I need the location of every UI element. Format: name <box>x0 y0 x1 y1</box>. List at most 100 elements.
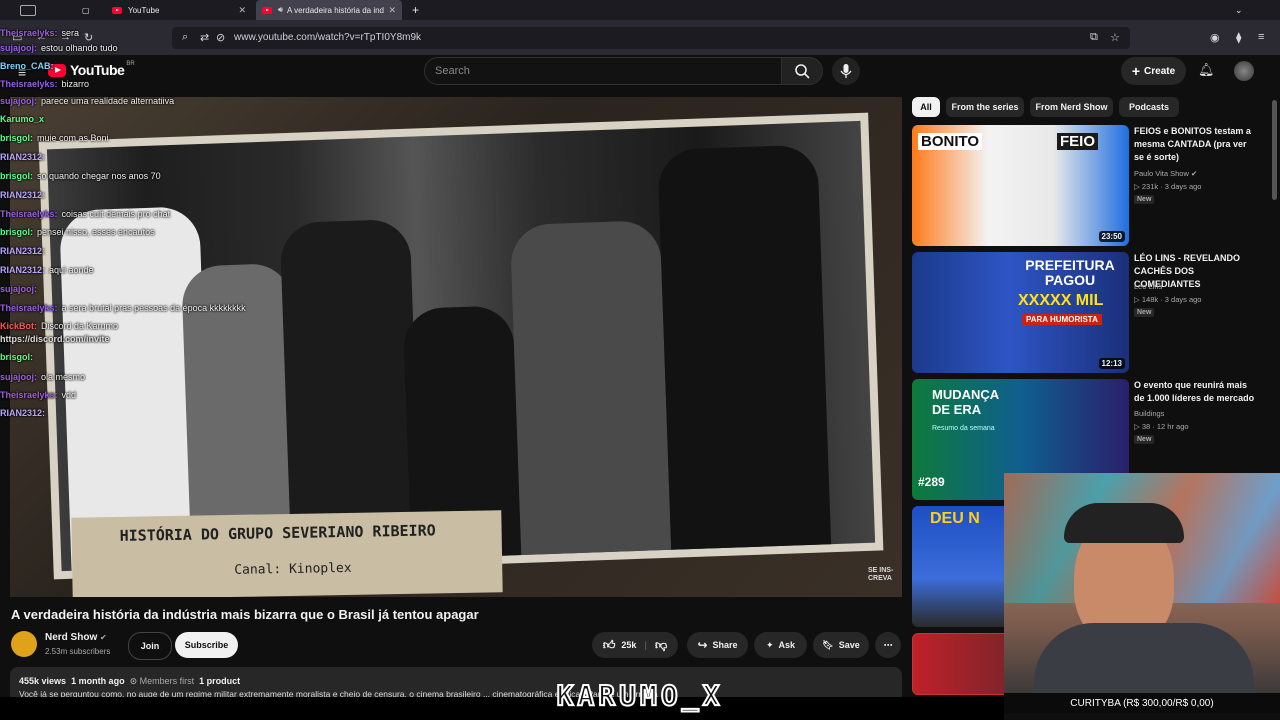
chat-message: brisgol: so quando chegar nos anos 70 <box>0 171 161 185</box>
url-bar[interactable]: ⌕ ⇄ ⊘ www.youtube.com/watch?v=rTpTI0Y8m9… <box>172 27 1130 49</box>
person-figure <box>657 144 832 550</box>
chat-message: brisgol: muie com as Boni <box>0 133 109 147</box>
new-badge: New <box>1134 308 1155 317</box>
chip-all[interactable]: All <box>912 97 940 117</box>
notifications-bell-icon[interactable]: 🔔︎ <box>1198 62 1215 78</box>
bookmark-icon: 🔖︎ <box>822 639 834 650</box>
picture-in-picture-icon[interactable]: ⧉ <box>1090 31 1098 44</box>
recommended-video[interactable]: BONITO FEIO 23:50 FEIOS e BONITOS testam… <box>912 125 1272 246</box>
thumbs-down-icon[interactable]: 👎︎ <box>655 638 667 653</box>
chat-message: RIAN2312: aqui aonde <box>0 265 94 279</box>
description-box[interactable]: 455k views 1 month ago ⊙ Members first 1… <box>10 667 902 699</box>
save-button[interactable]: 🔖︎ Save <box>813 632 869 658</box>
chat-message: sujajooj: ola mesmo <box>0 372 85 386</box>
channel-name[interactable]: Nerd Show ✔ <box>45 632 107 643</box>
chat-username: sujajooj: <box>0 43 38 53</box>
chat-username: Theisraelyks: <box>0 79 58 89</box>
close-tab-icon[interactable]: ✕ <box>238 5 246 16</box>
chip-from-nerd-show[interactable]: From Nerd Show <box>1030 97 1113 117</box>
tab-overview-button[interactable] <box>4 0 50 20</box>
chat-text: aqui aonde <box>49 265 94 275</box>
chat-message: brisgol: <box>0 352 37 366</box>
chip-podcasts[interactable]: Podcasts <box>1119 97 1179 117</box>
youtube-logo[interactable]: YouTube BR <box>48 61 135 78</box>
video-thumbnail[interactable]: BONITO FEIO 23:50 <box>912 125 1129 246</box>
rec-meta: ▷ 231k · 3 days ago <box>1134 182 1202 191</box>
stream-bottom-bar <box>0 697 1004 720</box>
search-button[interactable] <box>781 57 823 85</box>
chat-text: bizarro <box>61 79 90 89</box>
account-icon[interactable]: ◉ <box>1210 31 1220 44</box>
ask-button[interactable]: ✦ Ask <box>754 632 807 658</box>
tabs-overview-icon <box>20 4 36 16</box>
subscriber-count: 2.53m subscribers <box>45 647 111 656</box>
rec-meta: ▷ 38 · 12 hr ago <box>1134 422 1189 431</box>
tab-youtube[interactable]: YouTube ✕ <box>104 0 252 20</box>
chat-username: brisgol: <box>0 171 33 181</box>
rec-meta: ▷ 148k · 3 days ago <box>1134 295 1202 304</box>
chat-username: Theisraelyks: <box>0 209 58 219</box>
rec-channel[interactable]: Léo Lins <box>1134 282 1162 291</box>
person-figure <box>509 219 672 556</box>
chat-username: brisgol: <box>0 352 33 362</box>
chat-username: Theisraelyks: <box>0 390 58 400</box>
share-button[interactable]: ↪ Share <box>687 632 748 658</box>
chat-text: vdd <box>61 390 77 400</box>
chat-username: Theisraelyks: <box>0 303 58 313</box>
voice-search-button[interactable] <box>832 57 860 85</box>
video-frame-photo <box>38 112 884 580</box>
more-actions-icon[interactable]: ⋯ <box>875 632 901 658</box>
search-input[interactable]: Search <box>424 57 783 85</box>
chat-message: RIAN2312: <box>0 152 49 166</box>
join-button[interactable]: Join <box>128 632 172 660</box>
chat-text: a sera brutal pras pessoas da época kkkk… <box>61 303 246 313</box>
streamer-shirt <box>1034 623 1254 693</box>
tab-list-dropdown-icon[interactable]: ⌄ <box>1235 0 1243 20</box>
create-button[interactable]: + Create <box>1121 57 1186 85</box>
chat-message: Breno_CAB: <box>0 61 58 75</box>
site-permissions-icon[interactable]: ⇄ <box>200 31 209 44</box>
avatar[interactable] <box>1234 61 1254 81</box>
tab-title: A verdadeira história da ind <box>287 5 384 15</box>
recommended-video[interactable]: PREFEITURA PAGOU XXXXX MIL PARA HUMORIST… <box>912 252 1272 373</box>
tab-title: YouTube <box>128 5 160 15</box>
bookmark-star-icon[interactable]: ☆ <box>1110 31 1120 44</box>
tracking-protection-icon[interactable]: ⊘ <box>216 31 225 44</box>
play-count-icon: ▷ <box>1134 422 1142 431</box>
video-title: A verdadeira história da indústria mais … <box>11 607 479 622</box>
page-scrollbar[interactable] <box>1272 100 1277 200</box>
chip-from-series[interactable]: From the series <box>946 97 1024 117</box>
like-count[interactable]: 25k <box>621 640 636 650</box>
search-engine-icon[interactable]: ⌕ <box>182 31 188 44</box>
menu-icon[interactable]: ≡ <box>1258 31 1264 43</box>
new-tab-button[interactable]: + <box>412 0 419 20</box>
rec-title[interactable]: FEIOS e BONITOS testam a mesma CANTADA (… <box>1134 125 1256 164</box>
chat-text: Discord da Karumo <box>41 321 119 331</box>
chat-message: Karumo_x <box>0 114 48 128</box>
rec-channel[interactable]: Paulo Vita Show ✔ <box>1134 169 1197 178</box>
streamer-webcam <box>1004 473 1280 693</box>
chat-username: sujajooj: <box>0 372 38 382</box>
subscribe-button[interactable]: Subscribe <box>175 632 238 658</box>
video-thumbnail[interactable]: PREFEITURA PAGOU XXXXX MIL PARA HUMORIST… <box>912 252 1129 373</box>
members-first-icon: ⊙ <box>129 676 138 686</box>
tab-active-video[interactable]: 🔊︎ A verdadeira história da ind ✕ <box>256 0 402 20</box>
rec-title[interactable]: O evento que reunirá mais de 1.000 líder… <box>1134 379 1256 405</box>
chat-message: Theisraelyks: coisas cult demais pro chat <box>0 209 170 223</box>
streamer-cap <box>1064 503 1184 543</box>
subscribe-watermark[interactable]: SE INS- CREVA <box>868 567 894 583</box>
rec-channel[interactable]: Buildings <box>1134 409 1164 418</box>
chat-text: ola mesmo <box>41 372 86 382</box>
browser-nav-bar: ▭ ← → ↻ ⌕ ⇄ ⊘ www.youtube.com/watch?v=rT… <box>0 20 1280 55</box>
extensions-icon[interactable]: ⧫ <box>1236 31 1241 44</box>
tab-list-icon[interactable]: ▢ <box>82 0 92 20</box>
new-badge: New <box>1134 435 1155 444</box>
chat-message: https://discord.com/invite <box>0 334 114 348</box>
chat-text: coisas cult demais pro chat <box>61 209 171 219</box>
close-tab-icon[interactable]: ✕ <box>388 5 396 16</box>
thumbs-up-icon[interactable]: 👍︎ <box>603 638 616 653</box>
channel-avatar[interactable] <box>11 631 37 657</box>
play-count-icon: ▷ <box>1134 182 1142 191</box>
chat-text: parece uma realidade alternatiiva <box>41 96 175 106</box>
chat-username: Karumo_x <box>0 114 45 124</box>
